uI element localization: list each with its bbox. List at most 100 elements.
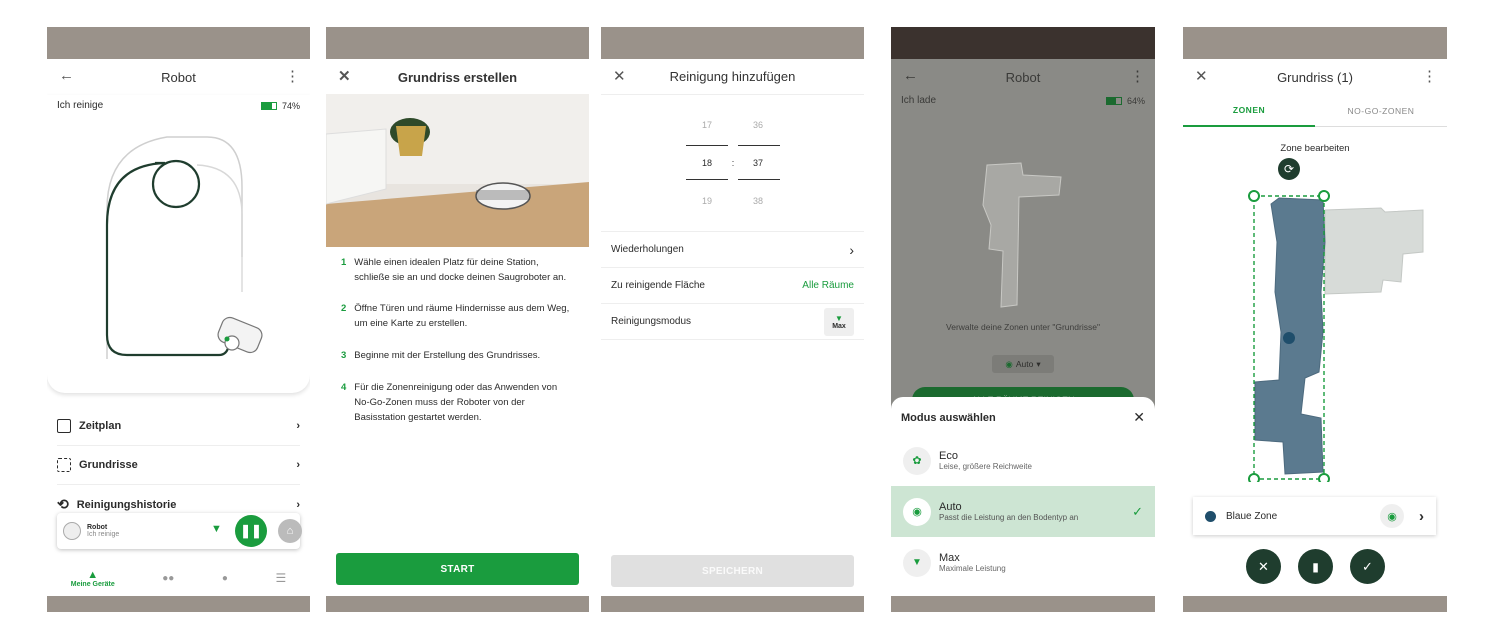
zone-row[interactable]: Blaue Zone ◉ › — [1193, 497, 1436, 535]
people-icon[interactable]: ●● — [162, 573, 174, 584]
home-dock-button[interactable]: ⌂ — [278, 519, 302, 543]
menu-list: Zeitplan › Grundrisse › ⟲ Reinigungshisto… — [57, 407, 300, 524]
robot-map-illustration — [105, 136, 263, 359]
minute-value: 37 — [752, 158, 763, 168]
system-nav-bar — [47, 596, 310, 612]
row-wiederholungen[interactable]: Wiederholungen › — [601, 231, 864, 268]
page-title: Robot — [161, 69, 196, 85]
robot-card: Ich reinige 74% — [47, 95, 310, 393]
mode-pill[interactable]: ◉ Auto ▾ — [992, 355, 1054, 373]
leaf-icon: ✿ — [903, 446, 931, 475]
max-power-icon[interactable]: ▼ — [211, 523, 222, 535]
zone-name: Blaue Zone — [1226, 510, 1278, 522]
hour-value: 18 — [701, 158, 712, 168]
step-4: 4 Für die Zonenreinigung oder das Anwend… — [341, 382, 558, 423]
person-icon[interactable]: ● — [222, 573, 228, 584]
tab-no-go-zonen[interactable]: NO-GO-ZONEN — [1315, 95, 1447, 127]
tab-meine-geraete[interactable]: ▲ Meine Geräte — [71, 569, 115, 588]
back-arrow-icon[interactable]: ← — [59, 67, 74, 84]
step-2: 2 Öffne Türen und räume Hindernisse aus … — [341, 303, 570, 329]
battery-percent: 74% — [281, 100, 300, 111]
robot-status: Ich reinige — [57, 100, 104, 111]
screen-grundriss-erstellen: ✕ Grundriss erstellen 1 Wähle einen idea… — [326, 27, 589, 612]
dimmed-background: ← Robot ⋮ Ich lade 64% Verwalte deine Zo… — [891, 59, 1155, 419]
auto-mode-icon: ◉ — [1005, 358, 1013, 369]
calendar-icon — [57, 419, 71, 433]
more-options-icon[interactable]: ⋮ — [1422, 67, 1437, 85]
mode-badge[interactable]: ▼ Max — [824, 307, 854, 336]
close-icon[interactable]: ✕ — [613, 67, 626, 85]
system-nav-bar — [326, 596, 589, 612]
save-button[interactable]: SPEICHERN — [611, 555, 854, 587]
system-nav-bar — [1183, 596, 1447, 612]
back-arrow-icon[interactable]: ← — [903, 67, 918, 84]
status-bar — [47, 27, 310, 59]
home-icon: ▲ — [87, 568, 99, 581]
system-nav-bar — [601, 596, 864, 612]
cancel-button[interactable]: ✕ — [1246, 549, 1281, 584]
close-icon[interactable]: ✕ — [1195, 67, 1208, 85]
menu-item-zeitplan[interactable]: Zeitplan › — [57, 407, 300, 446]
status-bar — [891, 27, 1155, 59]
dropdown-arrow-icon: ▾ — [1036, 358, 1041, 369]
auto-mode-icon[interactable]: ◉ — [1380, 504, 1404, 528]
app-header: ✕ Reinigung hinzufügen — [601, 59, 864, 95]
battery-icon — [260, 101, 277, 110]
mode-bottom-sheet: Modus auswählen ✕ ✿ Eco Leise, größere R… — [891, 397, 1155, 612]
delete-button[interactable]: ▮ — [1298, 549, 1333, 584]
step-3: 3 Beginne mit der Erstellung des Grundri… — [341, 350, 541, 361]
chevron-right-icon: › — [296, 498, 300, 511]
screen-robot-home: ← Robot ⋮ Ich reinige 74% Zeitplan › Gru… — [47, 27, 310, 612]
chevron-right-icon: › — [296, 420, 300, 432]
mode-option-max[interactable]: ▼ Max Maximale Leistung — [891, 537, 1155, 588]
app-header: ✕ Grundriss erstellen — [326, 59, 589, 95]
row-zu-reinigende-flaeche[interactable]: Zu reinigende Fläche Alle Räume — [601, 268, 864, 304]
screen-reinigung-hinzufuegen: ✕ Reinigung hinzufügen 17 36 18 : 37 19 … — [601, 27, 864, 612]
more-options-icon[interactable]: ⋮ — [285, 67, 300, 85]
zone-color-dot — [1205, 510, 1216, 522]
pause-button[interactable]: ❚❚ — [235, 515, 267, 547]
robot-status: Ich lade — [901, 95, 937, 106]
close-icon[interactable]: ✕ — [1133, 409, 1145, 426]
max-power-icon: ▼ — [835, 313, 843, 323]
sheet-title: Modus auswählen — [901, 411, 996, 424]
robot-icon — [217, 316, 263, 354]
time-picker[interactable]: 17 36 18 : 37 19 38 — [686, 115, 781, 215]
status-bar — [1183, 27, 1447, 59]
max-power-icon: ▼ — [903, 548, 931, 577]
mini-robot-name: Robot — [87, 524, 108, 531]
app-header: ← Robot ⋮ — [891, 59, 1155, 95]
steps-list: 1 Wähle einen idealen Platz für deine St… — [341, 255, 571, 425]
zone-map[interactable] — [1183, 182, 1447, 482]
mode-option-eco[interactable]: ✿ Eco Leise, größere Reichweite — [891, 435, 1155, 486]
mini-robot-icon — [63, 522, 81, 540]
app-header: ✕ Grundriss (1) ⋮ — [1183, 59, 1447, 95]
status-bar — [601, 27, 864, 59]
page-title: Robot — [1005, 69, 1041, 85]
robot-room-photo — [326, 94, 589, 247]
settings-list: Wiederholungen › Zu reinigende Fläche Al… — [601, 231, 864, 340]
start-button[interactable]: START — [336, 553, 579, 585]
checkmark-icon: ✓ — [1132, 503, 1143, 519]
app-header: ← Robot ⋮ — [47, 59, 310, 95]
row-reinigungsmodus[interactable]: Reinigungsmodus ▼ Max — [601, 304, 864, 340]
floorplan-icon — [57, 458, 71, 472]
menu-icon[interactable]: ☰ — [275, 571, 286, 585]
rotate-icon[interactable]: ⟳ — [1278, 158, 1300, 180]
screen-modus-auswaehlen: ← Robot ⋮ Ich lade 64% Verwalte deine Zo… — [891, 27, 1155, 612]
mode-option-auto[interactable]: ◉ Auto Passt die Leistung an den Bodenty… — [891, 486, 1155, 537]
chevron-right-icon: › — [296, 459, 300, 471]
page-title: Grundriss erstellen — [397, 69, 518, 85]
battery-icon — [1105, 96, 1122, 105]
chevron-right-icon[interactable]: › — [1419, 508, 1424, 525]
confirm-button[interactable]: ✓ — [1350, 549, 1385, 584]
status-bar — [326, 27, 589, 59]
menu-item-grundrisse[interactable]: Grundrisse › — [57, 446, 300, 485]
tab-zonen[interactable]: ZONEN — [1183, 95, 1315, 127]
close-icon[interactable]: ✕ — [338, 67, 351, 85]
system-nav-bar — [891, 596, 1155, 612]
mini-player[interactable]: Robot Ich reinige ▼ ❚❚ ⌂ — [57, 513, 302, 549]
zone-tabs: ZONEN NO-GO-ZONEN — [1183, 95, 1447, 127]
more-options-icon[interactable]: ⋮ — [1130, 67, 1145, 85]
page-title: Grundriss (1) — [1277, 69, 1353, 85]
